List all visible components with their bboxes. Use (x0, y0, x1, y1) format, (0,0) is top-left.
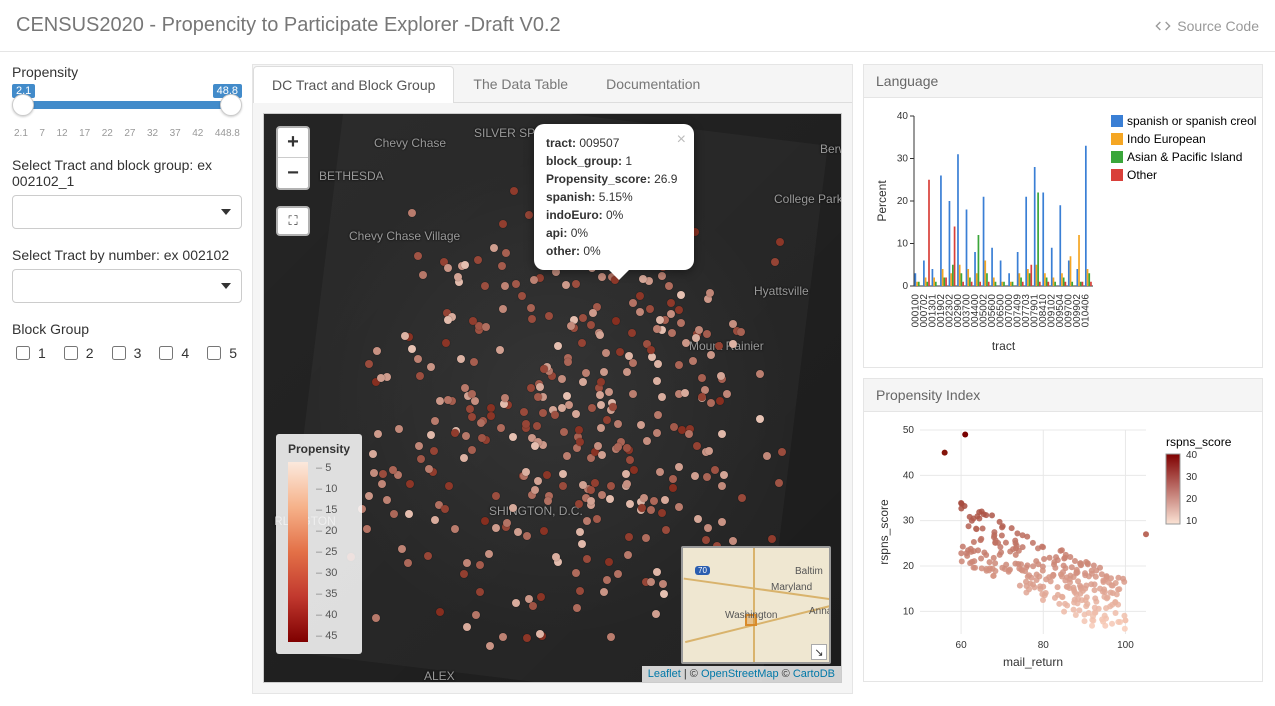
code-icon (1155, 18, 1171, 34)
language-chart: 010203040Percenttract0001000007020013010… (872, 106, 1256, 356)
tab-doc[interactable]: Documentation (587, 65, 719, 102)
propensity-index-panel: Propensity Index 60 80 100 10 20 30 40 50 mail_r… (863, 378, 1263, 682)
svg-text:10: 10 (1186, 516, 1198, 527)
select-tract-bg-label: Select Tract and block group: ex 002102_… (12, 157, 242, 189)
propensity-index-title: Propensity Index (864, 379, 1262, 412)
page-title: CENSUS2020 - Propencity to Participate E… (16, 14, 561, 37)
map-attribution: Leaflet | © OpenStreetMap © CartoDB (642, 666, 841, 682)
chevron-down-icon (221, 283, 231, 289)
slider-thumb-hi[interactable] (220, 94, 242, 116)
carto-link[interactable]: CartoDB (793, 668, 835, 680)
svg-text:100: 100 (1117, 640, 1134, 651)
zoom-out-button[interactable]: − (278, 158, 308, 188)
svg-text:10: 10 (897, 239, 909, 250)
source-code-link[interactable]: Source Code (1155, 18, 1259, 34)
svg-text:30: 30 (1186, 472, 1198, 483)
svg-text:Indo European: Indo European (1127, 132, 1206, 146)
blockgroup-checkbox-3[interactable]: 3 (108, 343, 142, 363)
svg-text:rspns_score: rspns_score (1166, 435, 1232, 449)
osm-link[interactable]: OpenStreetMap (701, 668, 779, 680)
svg-text:50: 50 (903, 425, 915, 436)
svg-text:30: 30 (903, 516, 915, 527)
map-legend: Propensity 51015202530354045 (276, 434, 362, 654)
blockgroup-checkbox-4[interactable]: 4 (155, 343, 189, 363)
map-popup: × tract: 009507 block_group: 1 Propensit… (534, 124, 694, 270)
svg-text:rspns_score: rspns_score (877, 499, 891, 565)
blockgroup-checkbox-2[interactable]: 2 (60, 343, 94, 363)
svg-text:80: 80 (1038, 640, 1050, 651)
map[interactable]: Chevy ChaseSILVER SPRINBETHESDAChevy Cha… (263, 113, 842, 683)
minimap-toggle[interactable]: ↘ (811, 644, 827, 660)
slider-thumb-lo[interactable] (12, 94, 34, 116)
leaflet-link[interactable]: Leaflet (648, 668, 681, 680)
language-title: Language (864, 65, 1262, 98)
blockgroup-checkbox-5[interactable]: 5 (203, 343, 237, 363)
svg-text:20: 20 (903, 561, 915, 572)
blockgroup-checkbox-1[interactable]: 1 (12, 343, 46, 363)
legend-gradient (288, 462, 308, 642)
svg-text:mail_return: mail_return (1003, 655, 1063, 669)
svg-text:010406: 010406 (1081, 294, 1092, 328)
svg-text:Other: Other (1127, 168, 1157, 182)
minimap[interactable]: 70 WashingtonBaltimAnnaMaryland ↘ (681, 546, 831, 664)
fullscreen-button[interactable]: ⛶ (276, 206, 310, 236)
language-panel: Language 010203040Percenttract0001000007… (863, 64, 1263, 368)
tab-map[interactable]: DC Tract and Block Group (253, 66, 454, 103)
svg-text:40: 40 (903, 470, 915, 481)
blockgroup-label: Block Group (12, 321, 242, 337)
svg-text:20: 20 (897, 196, 909, 207)
select-tract-label: Select Tract by number: ex 002102 (12, 247, 242, 263)
propensity-label: Propensity (12, 64, 242, 80)
select-tract[interactable] (12, 269, 242, 303)
zoom-in-button[interactable]: + (278, 128, 308, 158)
source-code-label: Source Code (1177, 18, 1259, 34)
svg-text:10: 10 (903, 606, 915, 617)
svg-text:tract: tract (992, 339, 1016, 353)
main-panel: DC Tract and Block GroupThe Data TableDo… (252, 64, 853, 694)
svg-text:0: 0 (902, 281, 908, 292)
svg-text:Asian & Pacific Island: Asian & Pacific Island (1127, 150, 1242, 164)
route-shield: 70 (695, 566, 710, 575)
propensity-index-chart: 60801001020304050mail_returnrspns_scorer… (872, 420, 1256, 670)
propensity-slider[interactable]: 2.1 48.8 (12, 86, 242, 124)
svg-text:40: 40 (1186, 450, 1198, 461)
close-icon[interactable]: × (677, 128, 686, 152)
svg-text:30: 30 (897, 154, 909, 165)
sidebar: Propensity 2.1 48.8 2.171217222732374244… (12, 64, 242, 694)
svg-text:20: 20 (1186, 494, 1198, 505)
tabbar: DC Tract and Block GroupThe Data TableDo… (253, 65, 852, 103)
svg-text:spanish or spanish creol: spanish or spanish creol (1127, 114, 1256, 128)
legend-title: Propensity (288, 442, 350, 456)
tab-data[interactable]: The Data Table (454, 65, 587, 102)
zoom-control: + − (276, 126, 310, 190)
svg-text:40: 40 (897, 111, 909, 122)
select-tract-bg[interactable] (12, 195, 242, 229)
chevron-down-icon (221, 209, 231, 215)
svg-text:60: 60 (956, 640, 968, 651)
svg-text:Percent: Percent (875, 180, 889, 222)
